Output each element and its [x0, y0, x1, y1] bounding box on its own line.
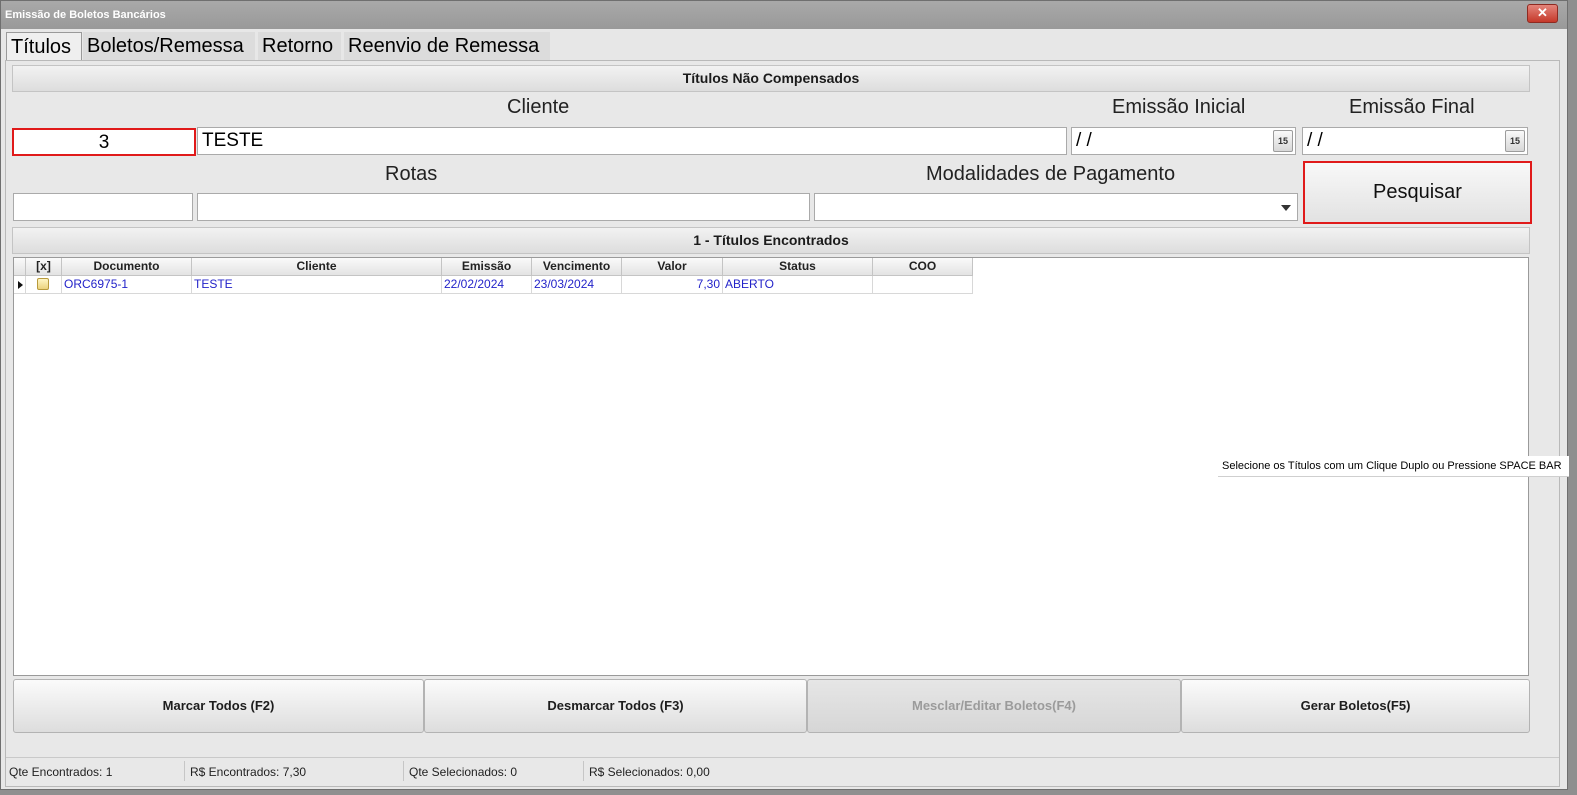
col-indicator: [14, 258, 26, 276]
checkbox-icon[interactable]: [37, 278, 49, 290]
row-checkbox-cell[interactable]: [26, 276, 62, 294]
qte-selecionados: Qte Selecionados: 0: [409, 765, 518, 779]
modalidades-label: Modalidades de Pagamento: [926, 163, 1176, 185]
marcar-todos-button[interactable]: Marcar Todos (F2): [13, 679, 424, 733]
rotas-code-input[interactable]: [13, 193, 193, 221]
emissao-final-input[interactable]: / / 15: [1302, 127, 1528, 155]
col-cliente[interactable]: Cliente: [192, 258, 442, 276]
tab-boletos-remessa[interactable]: Boletos/Remessa: [83, 32, 255, 60]
qte-encontrados: Qte Encontrados: 1: [9, 765, 113, 779]
tab-reenvio-remessa[interactable]: Reenvio de Remessa: [344, 32, 550, 60]
col-vencimento[interactable]: Vencimento: [532, 258, 622, 276]
calendar-icon[interactable]: 15: [1273, 130, 1293, 152]
calendar-icon[interactable]: 15: [1505, 130, 1525, 152]
cell-cliente: TESTE: [192, 276, 442, 294]
cell-status: ABERTO: [723, 276, 873, 294]
cell-documento: ORC6975-1: [62, 276, 192, 294]
emissao-final-label: Emissão Final: [1349, 96, 1475, 118]
modalidades-select[interactable]: [814, 193, 1298, 221]
col-status[interactable]: Status: [723, 258, 873, 276]
col-emissao[interactable]: Emissão: [442, 258, 532, 276]
cell-vencimento: 23/03/2024: [532, 276, 622, 294]
table-row[interactable]: ORC6975-1 TESTE 22/02/2024 23/03/2024 7,…: [14, 276, 973, 294]
status-bar: Qte Encontrados: 1 R$ Encontrados: 7,30 …: [6, 757, 1559, 785]
chevron-down-icon[interactable]: [1281, 205, 1291, 211]
emissao-inicial-value: / /: [1076, 130, 1092, 151]
rotas-label: Rotas: [385, 163, 438, 185]
emissao-final-value: / /: [1307, 130, 1323, 151]
cliente-code-input[interactable]: 3: [12, 128, 196, 156]
pesquisar-button[interactable]: Pesquisar: [1303, 161, 1532, 224]
cliente-name-input[interactable]: TESTE: [197, 127, 1067, 155]
col-coo[interactable]: COO: [873, 258, 973, 276]
title-bar: Emissão de Boletos Bancários ✕: [1, 1, 1567, 29]
status-divider: [583, 761, 584, 781]
col-select[interactable]: [x]: [26, 258, 62, 276]
grid-tooltip: Selecione os Títulos com um Clique Duplo…: [1218, 456, 1569, 477]
cell-valor: 7,30: [622, 276, 723, 294]
titulos-panel: Títulos Não Compensados Cliente Emissão …: [5, 60, 1560, 787]
gerar-boletos-button[interactable]: Gerar Boletos(F5): [1181, 679, 1530, 733]
col-documento[interactable]: Documento: [62, 258, 192, 276]
status-divider: [184, 761, 185, 781]
desmarcar-todos-button[interactable]: Desmarcar Todos (F3): [424, 679, 807, 733]
mesclar-editar-button[interactable]: Mesclar/Editar Boletos(F4): [807, 679, 1181, 733]
row-pointer-icon: [14, 276, 26, 294]
close-button[interactable]: ✕: [1527, 4, 1558, 23]
grid-header: [x] Documento Cliente Emissão Vencimento…: [14, 258, 973, 276]
cell-coo: [873, 276, 973, 294]
status-divider: [403, 761, 404, 781]
emissao-inicial-input[interactable]: / / 15: [1071, 127, 1296, 155]
cliente-label: Cliente: [507, 96, 570, 118]
rs-encontrados: R$ Encontrados: 7,30: [190, 765, 307, 779]
tab-retorno[interactable]: Retorno: [258, 32, 341, 60]
main-window: Emissão de Boletos Bancários ✕ Títulos B…: [0, 0, 1569, 790]
col-valor[interactable]: Valor: [622, 258, 723, 276]
rs-selecionados: R$ Selecionados: 0,00: [589, 765, 710, 779]
window-title: Emissão de Boletos Bancários: [5, 9, 166, 21]
emissao-inicial-label: Emissão Inicial: [1112, 96, 1246, 118]
cell-emissao: 22/02/2024: [442, 276, 532, 294]
section-header-titulos: Títulos Não Compensados: [12, 65, 1530, 92]
tab-titulos[interactable]: Títulos: [6, 32, 82, 61]
rotas-name-input[interactable]: [197, 193, 810, 221]
section-header-resultados: 1 - Títulos Encontrados: [12, 227, 1530, 254]
